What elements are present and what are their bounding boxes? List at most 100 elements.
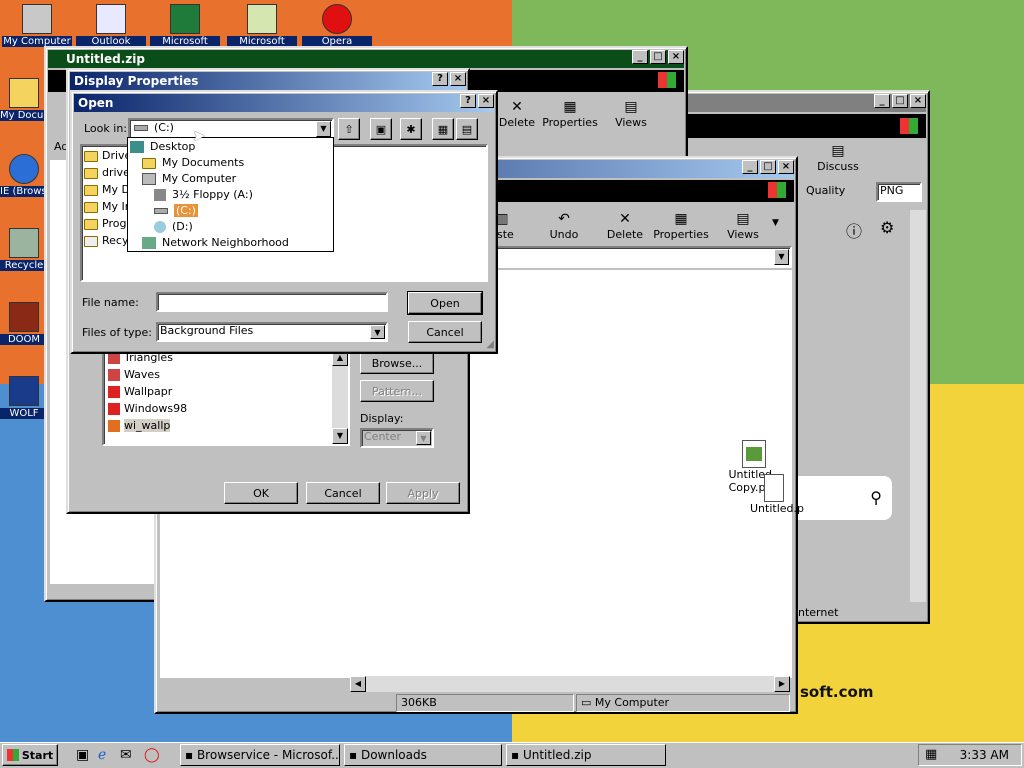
chevron-down-icon[interactable]: ▼	[774, 249, 789, 265]
close-button[interactable]: ×	[668, 50, 684, 64]
desktop-icon-opera[interactable]: Opera	[302, 4, 372, 47]
close-button[interactable]: ×	[910, 94, 926, 108]
desktop-icon-recycle[interactable]: Recycle	[0, 228, 48, 271]
help-button[interactable]: ?	[432, 72, 448, 86]
file-item-untitled[interactable]: Untitled.p	[750, 474, 804, 515]
windows-logo-icon	[768, 182, 786, 198]
minimize-button[interactable]: _	[632, 50, 648, 64]
clock[interactable]: 3:33 AM	[960, 748, 1009, 762]
chevron-down-icon[interactable]: ▼	[316, 121, 331, 137]
dropdown-item-desktop[interactable]: Desktop	[130, 139, 195, 155]
pattern-button[interactable]: Pattern...	[360, 380, 434, 402]
file-type-select[interactable]: Background Files ▼	[156, 322, 388, 342]
quality-select[interactable]: PNG	[876, 182, 922, 202]
vertical-scrollbar[interactable]: ▲ ▼	[332, 350, 348, 444]
desktop-icon-ie[interactable]: IE (Browser)	[0, 154, 48, 197]
chevron-down-icon[interactable]: ▼	[416, 431, 431, 445]
list-item[interactable]: Waves	[108, 367, 160, 383]
windows-logo-icon	[658, 72, 676, 88]
scroll-left-button[interactable]: ◀	[350, 676, 366, 692]
ie-icon	[9, 154, 39, 184]
dropdown-item-my-computer[interactable]: My Computer	[142, 171, 236, 187]
views-dropdown-arrow[interactable]: ▼	[772, 218, 779, 228]
new-folder-button[interactable]: ✱	[400, 118, 422, 140]
toolbar-views-button[interactable]: ▤ Views	[610, 98, 652, 129]
computer-icon: ▭	[581, 696, 595, 709]
desktop-icon-document[interactable]: Microsoft	[227, 4, 297, 47]
maximize-button[interactable]: □	[650, 50, 666, 64]
task-untitled-zip[interactable]: ▪ Untitled.zip	[506, 744, 666, 766]
folder-icon	[142, 157, 156, 169]
scroll-down-button[interactable]: ▼	[332, 428, 348, 444]
desktop-button[interactable]: ▣	[370, 118, 392, 140]
apply-button[interactable]: Apply	[386, 482, 460, 504]
close-button[interactable]: ×	[478, 94, 494, 108]
status-location: ▭ My Computer	[576, 694, 790, 712]
toolbar-views-button[interactable]: ▤ Views	[722, 210, 764, 241]
desktop-icon-my-computer[interactable]: My Computer	[2, 4, 72, 47]
toolbar-delete-button[interactable]: ✕ Delete	[604, 210, 646, 241]
address-field[interactable]: ▼	[456, 246, 792, 268]
list-item[interactable]: Wallpapr	[108, 384, 172, 400]
list-item-selected[interactable]: wi_wallp	[108, 418, 171, 434]
list-item[interactable]: Windows98	[108, 401, 187, 417]
open-button[interactable]: Open	[407, 291, 483, 315]
minimize-button[interactable]: _	[742, 160, 758, 174]
help-button[interactable]: ?	[460, 94, 476, 108]
dropdown-item-d-drive[interactable]: (D:)	[154, 219, 193, 235]
quicklaunch-ie-icon[interactable]: ℯ	[98, 747, 106, 763]
scroll-right-button[interactable]: ▶	[774, 676, 790, 692]
desktop-icon-wolf[interactable]: WOLF	[0, 376, 48, 419]
titlebar[interactable]: Display Properties	[70, 72, 466, 90]
cancel-button[interactable]: Cancel	[408, 321, 482, 343]
quicklaunch-desktop-icon[interactable]: ▣	[76, 747, 89, 763]
desktop-icon-outlook[interactable]: Outlook	[76, 4, 146, 47]
gear-icon[interactable]: ⚙	[880, 218, 894, 237]
resize-grip[interactable]: ◢	[486, 339, 494, 350]
task-downloads[interactable]: ▪ Downloads	[344, 744, 502, 766]
toolbar-discuss-button[interactable]: ▤ Discuss	[814, 142, 862, 173]
close-button[interactable]: ×	[450, 72, 466, 86]
dropdown-item-c-drive[interactable]: (C:)	[154, 203, 198, 219]
maximize-button[interactable]: □	[760, 160, 776, 174]
file-name-input[interactable]	[156, 292, 388, 312]
info-icon[interactable]: ⓘ	[846, 218, 862, 242]
desktop-icon-doom[interactable]: DOOM	[0, 302, 48, 345]
ok-button[interactable]: OK	[224, 482, 298, 504]
desktop-icon-excel[interactable]: Microsoft	[150, 4, 220, 47]
up-folder-button[interactable]: ⇧	[338, 118, 360, 140]
chevron-down-icon[interactable]: ▼	[370, 325, 385, 339]
titlebar[interactable]: Untitled.zip	[48, 50, 684, 68]
wallpaper-list[interactable]: Triangles Waves Wallpapr Windows98 wi_wa…	[102, 348, 350, 446]
toolbar-properties-button[interactable]: ▦ Properties	[542, 98, 598, 129]
folder-icon	[84, 201, 98, 213]
dropdown-item-network[interactable]: Network Neighborhood	[142, 235, 289, 251]
browse-button[interactable]: Browse...	[360, 352, 434, 374]
quicklaunch-outlook-icon[interactable]: ✉	[120, 747, 132, 763]
vertical-scrollbar[interactable]	[910, 210, 926, 602]
minimize-button[interactable]: _	[874, 94, 890, 108]
floppy-icon	[154, 189, 166, 201]
system-tray: ▦ 3:33 AM	[918, 744, 1022, 766]
look-in-dropdown[interactable]: Desktop My Documents My Computer 3½ Flop…	[127, 137, 334, 252]
toolbar-delete-button[interactable]: ✕ Delete	[496, 98, 538, 129]
cancel-button[interactable]: Cancel	[306, 482, 380, 504]
details-view-button[interactable]: ▤	[456, 118, 478, 140]
toolbar-properties-button[interactable]: ▦ Properties	[652, 210, 710, 241]
tray-schedule-icon[interactable]: ▦	[925, 745, 937, 765]
horizontal-scrollbar[interactable]: ◀ ▶	[350, 676, 790, 692]
desktop-icon-my-documents[interactable]: My Documents	[0, 78, 48, 121]
close-button[interactable]: ×	[778, 160, 794, 174]
task-browservice[interactable]: ▪ Browservice - Microsof...	[180, 744, 340, 766]
display-select[interactable]: Center ▼	[360, 428, 434, 448]
toolbar-undo-button[interactable]: ↶ Undo	[544, 210, 584, 241]
up-folder-icon: ⇧	[344, 122, 354, 136]
dropdown-item-floppy[interactable]: 3½ Floppy (A:)	[154, 187, 253, 203]
dropdown-item-my-documents[interactable]: My Documents	[142, 155, 244, 171]
titlebar[interactable]: Open	[74, 94, 494, 112]
list-view-button[interactable]: ▦	[432, 118, 454, 140]
maximize-button[interactable]: □	[892, 94, 908, 108]
drive-icon	[134, 125, 148, 131]
quicklaunch-opera-icon[interactable]: ◯	[144, 747, 160, 763]
start-button[interactable]: Start	[2, 744, 58, 766]
